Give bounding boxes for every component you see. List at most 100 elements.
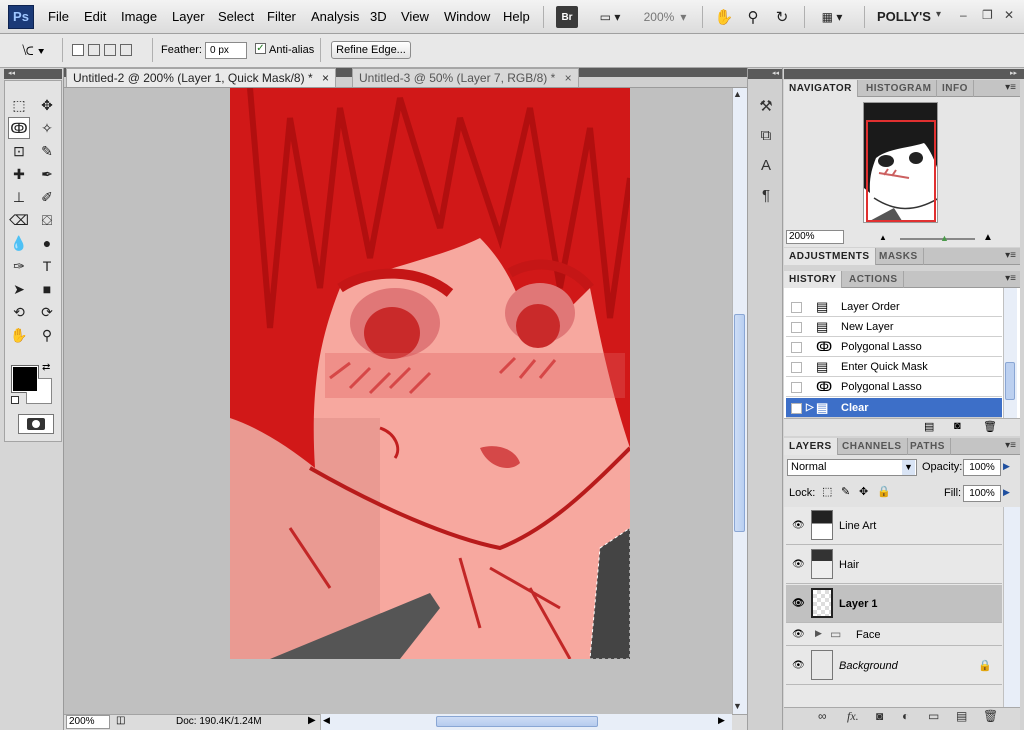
history-item-selected[interactable]: ▷ ▤ Clear bbox=[786, 398, 1002, 418]
layer-row-line-art[interactable]: 👁 Line Art bbox=[786, 507, 1002, 545]
layer-style-icon[interactable]: fx. bbox=[847, 709, 859, 724]
history-brush-source-box[interactable] bbox=[791, 362, 802, 373]
hand-tool-icon[interactable]: ✋ bbox=[713, 6, 735, 28]
add-mask-icon[interactable]: ◙ bbox=[876, 709, 883, 723]
marquee-tool-icon[interactable]: ⬚ bbox=[8, 94, 30, 116]
healing-brush-tool-icon[interactable]: ✚ bbox=[8, 163, 30, 185]
zoom-in-icon[interactable]: ▲ bbox=[983, 232, 993, 243]
layer-row-hair[interactable]: 👁 Hair bbox=[786, 546, 1002, 584]
menu-view[interactable]: View bbox=[401, 9, 429, 24]
layer-group-face[interactable]: 👁 ▶ ▭ Face bbox=[786, 624, 1002, 646]
menu-edit[interactable]: Edit bbox=[84, 9, 106, 24]
zoom-level-dropdown[interactable]: 200% ▾ bbox=[640, 6, 690, 28]
path-selection-tool-icon[interactable]: ➤ bbox=[8, 278, 30, 300]
lock-all-icon[interactable]: 🔒 bbox=[877, 485, 891, 498]
tab-info[interactable]: INFO bbox=[937, 80, 974, 97]
visibility-eye-icon[interactable]: 👁 bbox=[792, 598, 805, 609]
close-icon[interactable]: ✕ bbox=[1004, 8, 1014, 22]
chevron-down-icon[interactable]: ▾ bbox=[936, 9, 941, 20]
tab-close-icon[interactable]: × bbox=[322, 71, 329, 85]
feather-input[interactable]: 0 px bbox=[205, 42, 247, 59]
refine-edge-button[interactable]: Refine Edge... bbox=[331, 41, 411, 59]
clone-source-icon[interactable]: ⧉ bbox=[757, 127, 775, 145]
zoom-slider-thumb[interactable]: ▲ bbox=[940, 233, 949, 243]
3d-orbit-tool-icon[interactable]: ⟳ bbox=[36, 301, 58, 323]
scroll-up-icon[interactable]: ▲ bbox=[733, 89, 742, 99]
tab-close-icon[interactable]: × bbox=[565, 71, 572, 85]
menu-filter[interactable]: Filter bbox=[267, 9, 296, 24]
horizontal-scroll-thumb[interactable] bbox=[436, 716, 598, 727]
lock-position-icon[interactable]: ✥ bbox=[859, 485, 868, 498]
history-brush-source-box[interactable] bbox=[791, 342, 802, 353]
panel-menu-icon[interactable]: ▾≡ bbox=[1005, 250, 1016, 261]
lock-image-icon[interactable]: ✎ bbox=[841, 485, 850, 498]
panel-menu-icon[interactable]: ▾≡ bbox=[1005, 82, 1016, 93]
history-brush-source-box[interactable] bbox=[791, 382, 802, 393]
new-document-from-state-icon[interactable]: ▤ bbox=[924, 420, 934, 433]
tab-masks[interactable]: MASKS bbox=[874, 248, 924, 265]
status-zoom-field[interactable]: 200% bbox=[66, 715, 110, 729]
tool-presets-icon[interactable]: ⚒ bbox=[757, 97, 775, 115]
visibility-eye-icon[interactable]: 👁 bbox=[792, 660, 805, 671]
visibility-eye-icon[interactable]: 👁 bbox=[792, 520, 805, 531]
tab-paths[interactable]: PATHS bbox=[905, 438, 951, 455]
minimize-icon[interactable]: – bbox=[960, 8, 967, 22]
tab-actions[interactable]: ACTIONS bbox=[844, 271, 904, 288]
menu-help[interactable]: Help bbox=[503, 9, 530, 24]
pen-tool-icon[interactable]: ✑ bbox=[8, 255, 30, 277]
new-snapshot-icon[interactable]: ◙ bbox=[954, 420, 961, 432]
new-selection-icon[interactable] bbox=[72, 44, 84, 56]
foreground-color-swatch-top[interactable] bbox=[12, 366, 38, 392]
link-layers-icon[interactable]: ∞ bbox=[818, 709, 827, 723]
paint-bucket-tool-icon[interactable]: ⛋ bbox=[36, 209, 58, 231]
opacity-field[interactable]: 100% bbox=[963, 459, 1001, 476]
menu-select[interactable]: Select bbox=[218, 9, 254, 24]
history-brush-source-box[interactable] bbox=[791, 302, 802, 313]
fill-slider-icon[interactable]: ▶ bbox=[1003, 487, 1010, 498]
scroll-left-icon[interactable]: ◀ bbox=[323, 715, 330, 726]
move-tool-icon[interactable]: ✥ bbox=[36, 94, 58, 116]
history-scroll-thumb[interactable] bbox=[1005, 362, 1015, 400]
new-layer-icon[interactable]: ▤ bbox=[956, 709, 967, 723]
eraser-tool-icon[interactable]: ⌫ bbox=[8, 209, 30, 231]
quick-mask-button[interactable] bbox=[18, 414, 54, 434]
blend-mode-select[interactable]: Normal ▼ bbox=[787, 459, 917, 476]
brush-tool-icon[interactable]: ✒ bbox=[36, 163, 58, 185]
history-item[interactable]: ▤ New Layer bbox=[786, 317, 1002, 337]
workspace-switcher[interactable]: POLLY'S bbox=[877, 9, 931, 24]
group-expand-icon[interactable]: ▶ bbox=[815, 628, 822, 639]
navigator-zoom-field[interactable]: 200% bbox=[786, 230, 844, 244]
tab-untitled-3[interactable]: Untitled-3 @ 50% (Layer 7, RGB/8) * × bbox=[352, 68, 579, 87]
layer-row-background[interactable]: 👁 Background 🔒 bbox=[786, 647, 1002, 685]
history-item[interactable]: ▤ Layer Order bbox=[786, 297, 1002, 317]
zoom-out-icon[interactable]: ▲ bbox=[879, 233, 887, 242]
new-group-icon[interactable]: ▭ bbox=[928, 709, 939, 723]
tab-layers[interactable]: LAYERS bbox=[784, 438, 838, 455]
menu-layer[interactable]: Layer bbox=[172, 9, 205, 24]
menu-image[interactable]: Image bbox=[121, 9, 157, 24]
vertical-scroll-thumb[interactable] bbox=[734, 314, 745, 532]
lock-transparency-icon[interactable]: ⬚ bbox=[822, 485, 832, 498]
blur-tool-icon[interactable]: 💧 bbox=[8, 232, 30, 254]
rotate-view-icon[interactable]: ↻ bbox=[771, 6, 793, 28]
intersect-selection-icon[interactable] bbox=[120, 44, 132, 56]
history-item[interactable]: ↂ Polygonal Lasso bbox=[786, 377, 1002, 397]
tab-histogram[interactable]: HISTOGRAM bbox=[861, 80, 938, 97]
dodge-tool-icon[interactable]: ● bbox=[36, 232, 58, 254]
visibility-eye-icon[interactable]: 👁 bbox=[792, 629, 805, 640]
paragraph-panel-icon[interactable]: ¶ bbox=[757, 187, 775, 205]
panel-menu-icon[interactable]: ▾≡ bbox=[1005, 440, 1016, 451]
clone-stamp-tool-icon[interactable]: ⊥ bbox=[8, 186, 30, 208]
status-info-icon[interactable]: ◫ bbox=[116, 715, 125, 726]
crop-tool-icon[interactable]: ⊡ bbox=[8, 140, 30, 162]
layers-scrollbar[interactable] bbox=[1003, 507, 1020, 707]
add-to-selection-icon[interactable] bbox=[88, 44, 100, 56]
bridge-button[interactable]: Br bbox=[556, 6, 578, 28]
opacity-slider-icon[interactable]: ▶ bbox=[1003, 461, 1010, 472]
magic-wand-tool-icon[interactable]: ✧ bbox=[36, 117, 58, 139]
scroll-right-icon[interactable]: ▶ bbox=[718, 715, 725, 726]
antialias-checkbox[interactable]: ✓ bbox=[255, 43, 266, 54]
tab-untitled-2[interactable]: Untitled-2 @ 200% (Layer 1, Quick Mask/8… bbox=[66, 68, 336, 87]
screen-mode-icon[interactable]: ▭ ▾ bbox=[592, 6, 628, 28]
menu-file[interactable]: File bbox=[48, 9, 69, 24]
